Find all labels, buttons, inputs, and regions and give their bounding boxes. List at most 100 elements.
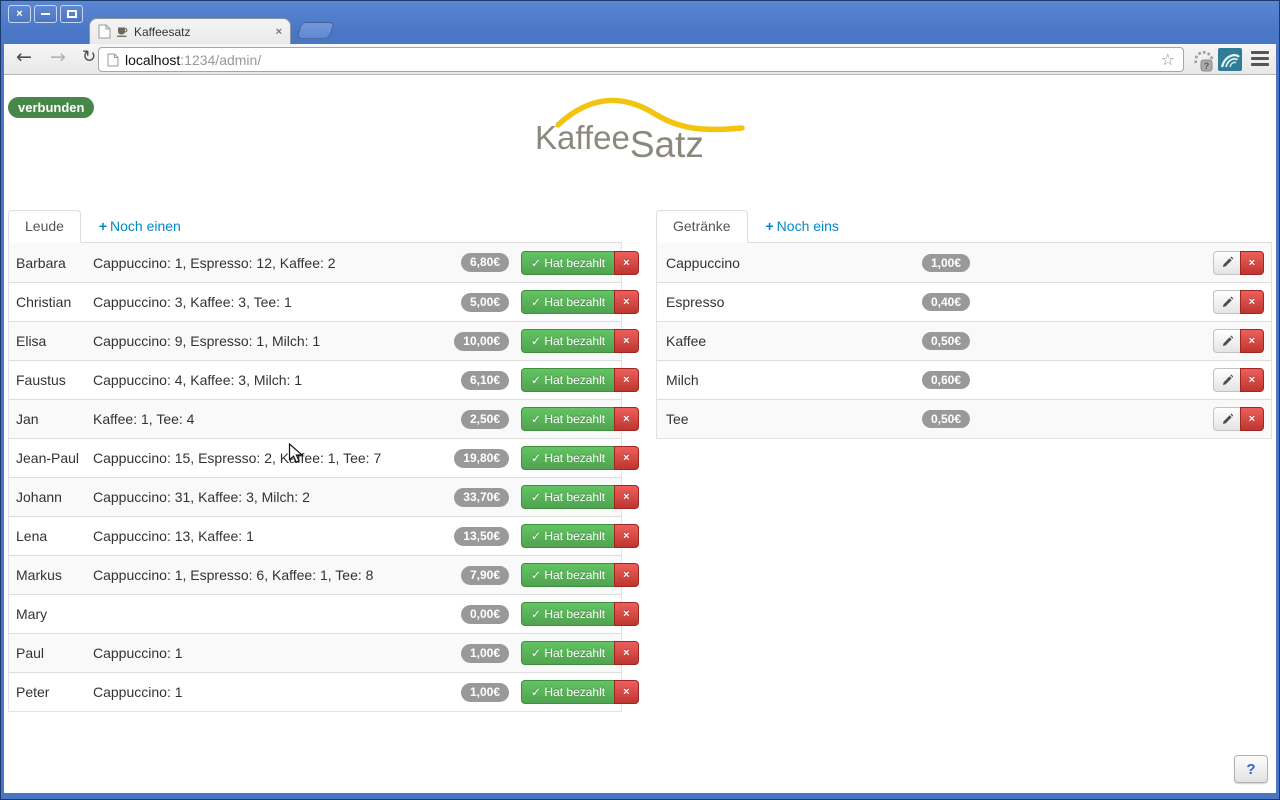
person-orders: Cappuccino: 3, Kaffee: 3, Tee: 1 bbox=[93, 294, 421, 310]
help-button[interactable]: ? bbox=[1234, 755, 1268, 783]
delete-person-button[interactable]: × bbox=[614, 524, 638, 548]
delete-person-button[interactable]: × bbox=[614, 485, 638, 509]
price-badge: 1,00€ bbox=[922, 254, 970, 272]
person-name: Peter bbox=[9, 684, 93, 700]
browser-toolbar: ← → ↻ localhost:1234/admin/ ☆ ? bbox=[4, 44, 1276, 75]
add-drink-link[interactable]: +Noch eins bbox=[751, 211, 852, 234]
price-badge: 2,50€ bbox=[461, 410, 509, 429]
person-name: Johann bbox=[9, 489, 93, 505]
price-badge: 0,40€ bbox=[922, 293, 970, 311]
paid-button[interactable]: ✓ Hat bezahlt bbox=[521, 251, 614, 275]
person-orders: Cappuccino: 4, Kaffee: 3, Milch: 1 bbox=[93, 372, 421, 388]
browser-window: × Kaffeesatz × ← → ↻ bbox=[0, 0, 1280, 800]
paid-button[interactable]: ✓ Hat bezahlt bbox=[521, 446, 614, 470]
check-icon: ✓ bbox=[531, 451, 541, 465]
add-person-link[interactable]: +Noch einen bbox=[85, 211, 195, 234]
window-minimize-button[interactable] bbox=[34, 5, 57, 23]
price-badge: 1,00€ bbox=[461, 683, 509, 702]
price-badge: 10,00€ bbox=[454, 332, 509, 351]
paid-button[interactable]: ✓ Hat bezahlt bbox=[521, 368, 614, 392]
drink-name: Kaffee bbox=[657, 333, 922, 349]
address-bar[interactable]: localhost:1234/admin/ ☆ bbox=[98, 47, 1184, 72]
drink-name: Cappuccino bbox=[657, 255, 922, 271]
proxy-hook-extension-icon[interactable]: ? bbox=[1192, 48, 1216, 77]
table-row: Kaffee 0,50€ × bbox=[657, 321, 1271, 360]
new-tab-button[interactable] bbox=[296, 22, 335, 39]
forward-button[interactable]: → bbox=[50, 46, 66, 68]
table-row: Faustus Cappuccino: 4, Kaffee: 3, Milch:… bbox=[9, 360, 621, 399]
delete-drink-button[interactable]: × bbox=[1240, 329, 1264, 353]
person-name: Markus bbox=[9, 567, 93, 583]
page-icon bbox=[98, 24, 111, 39]
paid-button[interactable]: ✓ Hat bezahlt bbox=[521, 641, 614, 665]
delete-drink-button[interactable]: × bbox=[1240, 368, 1264, 392]
coffee-cup-favicon bbox=[116, 25, 129, 38]
paid-button[interactable]: ✓ Hat bezahlt bbox=[521, 680, 614, 704]
check-icon: ✓ bbox=[531, 685, 541, 699]
person-orders: Cappuccino: 1 bbox=[93, 645, 421, 661]
delete-person-button[interactable]: × bbox=[614, 329, 638, 353]
table-row: Peter Cappuccino: 1 1,00€ ✓ Hat bezahlt … bbox=[9, 672, 621, 711]
delete-person-button[interactable]: × bbox=[614, 680, 638, 704]
delete-person-button[interactable]: × bbox=[614, 368, 638, 392]
paid-button[interactable]: ✓ Hat bezahlt bbox=[521, 602, 614, 626]
table-row: Espresso 0,40€ × bbox=[657, 282, 1271, 321]
url-path: :1234/admin/ bbox=[180, 52, 261, 68]
paid-button[interactable]: ✓ Hat bezahlt bbox=[521, 485, 614, 509]
edit-drink-button[interactable] bbox=[1213, 290, 1240, 314]
person-name: Jan bbox=[9, 411, 93, 427]
edit-drink-button[interactable] bbox=[1213, 329, 1240, 353]
svg-text:KaffeeSatz: KaffeeSatz bbox=[535, 119, 704, 165]
window-titlebar[interactable]: × Kaffeesatz × bbox=[1, 1, 1279, 44]
window-close-button[interactable]: × bbox=[8, 5, 31, 23]
back-button[interactable]: ← bbox=[16, 46, 32, 68]
bookmark-star-icon[interactable]: ☆ bbox=[1161, 50, 1175, 69]
check-icon: ✓ bbox=[531, 646, 541, 660]
page-icon bbox=[107, 53, 119, 67]
people-table: Barbara Cappuccino: 1, Espresso: 12, Kaf… bbox=[8, 243, 622, 712]
tab-close-icon[interactable]: × bbox=[276, 26, 282, 38]
swirl-extension-icon[interactable] bbox=[1218, 48, 1242, 77]
delete-drink-button[interactable]: × bbox=[1240, 251, 1264, 275]
svg-text:?: ? bbox=[1204, 61, 1210, 71]
url-host: localhost bbox=[125, 52, 180, 68]
reload-button[interactable]: ↻ bbox=[82, 47, 96, 67]
close-icon: × bbox=[1249, 257, 1255, 269]
close-icon: × bbox=[1249, 374, 1255, 386]
delete-person-button[interactable]: × bbox=[614, 602, 638, 626]
person-name: Faustus bbox=[9, 372, 93, 388]
close-icon: × bbox=[1249, 335, 1255, 347]
delete-person-button[interactable]: × bbox=[614, 290, 638, 314]
person-name: Lena bbox=[9, 528, 93, 544]
price-badge: 6,80€ bbox=[461, 253, 509, 272]
check-icon: ✓ bbox=[531, 490, 541, 504]
delete-person-button[interactable]: × bbox=[614, 641, 638, 665]
pencil-icon bbox=[1221, 334, 1233, 346]
person-orders: Cappuccino: 9, Espresso: 1, Milch: 1 bbox=[93, 333, 421, 349]
window-maximize-button[interactable] bbox=[60, 5, 83, 23]
tab-getraenke[interactable]: Getränke bbox=[656, 210, 748, 243]
paid-button[interactable]: ✓ Hat bezahlt bbox=[521, 524, 614, 548]
paid-button[interactable]: ✓ Hat bezahlt bbox=[521, 290, 614, 314]
edit-drink-button[interactable] bbox=[1213, 407, 1240, 431]
delete-person-button[interactable]: × bbox=[614, 251, 638, 275]
menu-button[interactable] bbox=[1250, 51, 1270, 68]
paid-button[interactable]: ✓ Hat bezahlt bbox=[521, 407, 614, 431]
drinks-panel: Getränke +Noch eins Cappuccino 1,00€ × E… bbox=[656, 210, 1272, 439]
paid-button[interactable]: ✓ Hat bezahlt bbox=[521, 329, 614, 353]
paid-button[interactable]: ✓ Hat bezahlt bbox=[521, 563, 614, 587]
person-name: Barbara bbox=[9, 255, 93, 271]
delete-person-button[interactable]: × bbox=[614, 563, 638, 587]
tab-leude[interactable]: Leude bbox=[8, 210, 81, 243]
edit-drink-button[interactable] bbox=[1213, 251, 1240, 275]
browser-tab[interactable]: Kaffeesatz × bbox=[89, 18, 291, 44]
delete-drink-button[interactable]: × bbox=[1240, 290, 1264, 314]
close-icon: × bbox=[1249, 413, 1255, 425]
edit-drink-button[interactable] bbox=[1213, 368, 1240, 392]
drink-name: Milch bbox=[657, 372, 922, 388]
delete-drink-button[interactable]: × bbox=[1240, 407, 1264, 431]
price-badge: 0,00€ bbox=[461, 605, 509, 624]
delete-person-button[interactable]: × bbox=[614, 446, 638, 470]
close-icon: × bbox=[623, 647, 629, 659]
delete-person-button[interactable]: × bbox=[614, 407, 638, 431]
